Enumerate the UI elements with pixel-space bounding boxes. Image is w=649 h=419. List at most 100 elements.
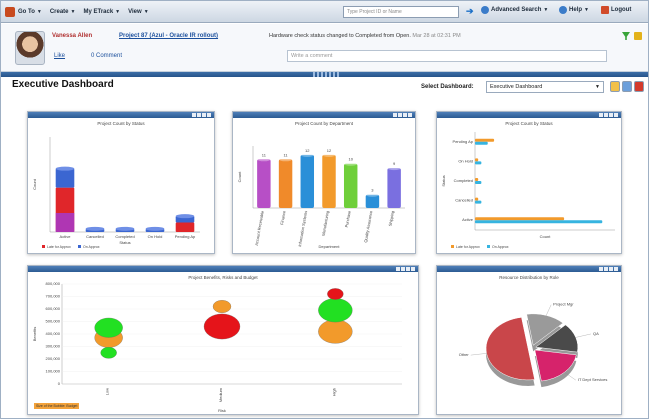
x-tick-label: Account Receivable (254, 210, 265, 246)
bar-cap (387, 166, 401, 171)
menu-go-to[interactable]: Go To ▼ (18, 9, 42, 15)
x-tick-label: Completed (115, 234, 134, 239)
menu-create-label: Create (49, 8, 69, 15)
x-axis-label: Status (119, 240, 130, 245)
legend-label: Late for Approx (47, 245, 71, 249)
help-icon (559, 6, 567, 14)
x-tick-label: Shipping (387, 210, 395, 226)
avatar (15, 31, 45, 65)
activity-project-link[interactable]: Project 87 (Azul - Oracle IR rollout) (119, 33, 218, 39)
y-tick-label: 500,000 (46, 319, 61, 324)
menu-go-to-label: Go To (18, 8, 35, 15)
search-go-arrow-icon[interactable]: ➔ (466, 6, 476, 17)
chevron-down-icon: ▼ (584, 7, 589, 13)
splitter-grip-icon[interactable] (313, 72, 341, 77)
data-label: 9 (393, 161, 396, 166)
search-icon (481, 6, 489, 14)
help-menu[interactable]: Help ▼ (559, 6, 589, 14)
bar (343, 163, 358, 208)
select-dashboard-value: Executive Dashboard (490, 84, 543, 90)
x-tick-label: Finance (279, 210, 287, 226)
delete-dashboard-icon[interactable] (634, 81, 644, 92)
y-tick-label: 600,000 (46, 306, 61, 311)
write-comment-input[interactable]: Write a comment (287, 50, 607, 62)
x-tick-label: On Hold (148, 234, 163, 239)
bubble-chart: 0 100,000 200,000 300,000 400,000 500,000 600,… (32, 281, 402, 413)
activity-status-message: Hardware check status changed to Complet… (269, 33, 461, 39)
bar-segment (175, 222, 195, 232)
x-axis-label: Count (540, 234, 552, 239)
hbar (475, 197, 479, 201)
x-tick-label: High (331, 388, 336, 396)
pie-label: QA (593, 331, 599, 336)
bar (300, 154, 315, 208)
select-dashboard-dropdown[interactable]: Executive Dashboard ▼ (486, 81, 604, 93)
menu-my-etrack-label: My ETrack (83, 8, 114, 15)
x-tick-label: Cancelled (86, 234, 104, 239)
activity-feed: Vanessa Allen Project 87 (Azul - Oracle … (1, 24, 648, 72)
chevron-down-icon: ▼ (543, 7, 549, 13)
page-title: Executive Dashboard (12, 79, 114, 90)
x-axis-label: Risk (218, 408, 226, 413)
y-tick-label: Pending Ap (453, 139, 474, 144)
lock-icon[interactable] (634, 32, 642, 40)
bar (278, 159, 293, 208)
bubble (318, 319, 353, 344)
pie-slice (534, 349, 577, 382)
y-axis-label: Count (237, 171, 242, 183)
y-tick-label: Cancelled (455, 198, 473, 203)
logout-button[interactable]: Logout (601, 6, 631, 14)
project-search-input[interactable]: Type Project ID or Name (343, 6, 459, 18)
bar-cap (278, 157, 293, 162)
bar (257, 159, 271, 208)
activity-actions (622, 32, 642, 40)
pie-chart: Project Mgr QA IT Dept Services Other (459, 302, 608, 388)
chevron-down-icon: ▼ (115, 8, 121, 15)
legend-swatch (78, 245, 81, 248)
x-tick-label: Medium (218, 387, 223, 402)
bubble (100, 347, 117, 359)
x-tick-label: Manufacturing (321, 210, 330, 236)
hbar (475, 181, 482, 184)
department-bar-chart: 11 Account Receivable 11 Finance 12 Informati… (237, 146, 405, 249)
filter-icon[interactable] (622, 32, 630, 40)
bar (387, 168, 401, 208)
menu-view[interactable]: View ▼ (128, 9, 149, 15)
bar-cap (365, 192, 380, 197)
advanced-search-button[interactable]: Advanced Search ▼ (481, 6, 548, 14)
hbar (475, 141, 488, 145)
hbar (475, 220, 603, 224)
y-tick-label: Active (462, 217, 474, 222)
menu-create[interactable]: Create ▼ (50, 9, 76, 15)
pie-label: Other (459, 352, 470, 357)
refresh-dashboard-icon[interactable] (622, 81, 632, 92)
status-bar-chart-panel: Project Count by Status Active Cancelled C… (27, 111, 215, 254)
y-axis-label: Benefits (32, 327, 37, 341)
legend-swatch (42, 245, 45, 248)
x-tick-label: Quality Assurance (363, 210, 374, 243)
data-label: 11 (262, 152, 267, 157)
pie-label: IT Dept Services (578, 377, 608, 382)
pie-leader-line (470, 353, 487, 356)
bubble-size-note: Size of the Bubble: Budget (34, 403, 80, 409)
comment-count-link[interactable]: 0 Comment (91, 53, 122, 59)
pie-label: Project Mgr (553, 302, 574, 307)
app-window: Go To ▼ Create ▼ My ETrack ▼ View ▼ Type Pro… (0, 0, 649, 419)
x-tick-label: Information Systems (297, 210, 308, 247)
legend-swatch (487, 245, 490, 248)
y-tick-label: Completed (454, 178, 473, 183)
bubble (318, 298, 353, 323)
edit-dashboard-icon[interactable] (610, 81, 620, 92)
activity-user-name[interactable]: Vanessa Allen (52, 33, 92, 39)
pie-leader-line (575, 333, 591, 338)
y-tick-label: 800,000 (46, 281, 61, 286)
bar-cap (257, 157, 271, 162)
activity-timestamp: Mar 28 at 02:31 PM (412, 33, 461, 39)
chevron-down-icon: ▼ (36, 8, 42, 15)
bar-cap (175, 214, 195, 219)
bubble-chart-panel: Project Benefits, Risks and Budget 0 100,… (27, 265, 419, 415)
pie-chart-panel: Resource Distribution by Role Project Mg… (436, 265, 622, 415)
chevron-down-icon: ▼ (70, 8, 76, 15)
menu-my-etrack[interactable]: My ETrack ▼ (83, 9, 120, 15)
like-link[interactable]: Like (54, 53, 65, 59)
